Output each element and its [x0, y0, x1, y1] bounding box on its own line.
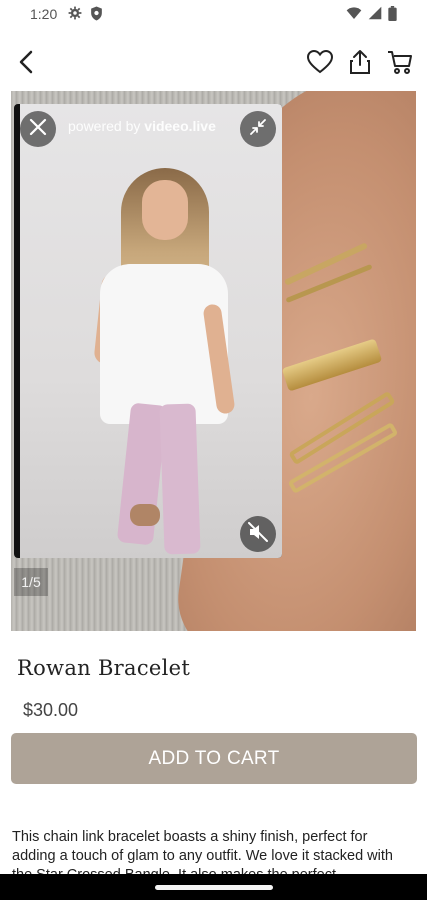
status-bar: 1:20 [0, 0, 427, 30]
battery-icon [388, 6, 397, 26]
system-nav-bar [0, 874, 427, 900]
video-figure-face [142, 180, 188, 240]
shield-icon [90, 6, 103, 26]
share-button[interactable] [345, 48, 375, 80]
volume-off-icon [248, 521, 268, 547]
video-figure-shoe [130, 504, 160, 526]
app-actions [305, 48, 415, 80]
signal-icon [368, 6, 382, 26]
close-icon [29, 118, 47, 141]
powered-by-brand: videeo.live [144, 118, 216, 134]
image-page-indicator: 1/5 [14, 568, 48, 596]
wifi-icon [346, 6, 362, 26]
video-minimize-button[interactable] [240, 111, 276, 147]
cart-icon [387, 49, 413, 80]
video-overlay[interactable]: powered by videeo.live [14, 104, 282, 558]
home-gesture-handle[interactable] [155, 885, 273, 890]
video-mute-button[interactable] [240, 516, 276, 552]
back-button[interactable] [10, 48, 42, 80]
back-arrow-icon [18, 50, 34, 79]
status-time: 1:20 [30, 6, 58, 22]
minimize-icon [249, 118, 267, 141]
heart-icon [306, 49, 334, 79]
cart-button[interactable] [385, 48, 415, 80]
video-close-button[interactable] [20, 111, 56, 147]
app-bar [0, 40, 427, 88]
status-right-icons [346, 6, 397, 26]
add-to-cart-button[interactable]: ADD TO CART [11, 733, 417, 784]
video-frame [20, 104, 282, 558]
product-price: $30.00 [23, 700, 79, 720]
status-left-icons [68, 6, 103, 26]
powered-by-prefix: powered by [68, 118, 145, 134]
product-description: This chain link bracelet boasts a shiny … [12, 829, 393, 878]
product-title: Rowan Bracelet [17, 656, 191, 680]
gear-icon [68, 6, 82, 26]
share-icon [349, 49, 371, 80]
video-figure-pants [159, 403, 201, 555]
powered-by-label: powered by videeo.live [68, 118, 216, 134]
favorite-button[interactable] [305, 48, 335, 80]
